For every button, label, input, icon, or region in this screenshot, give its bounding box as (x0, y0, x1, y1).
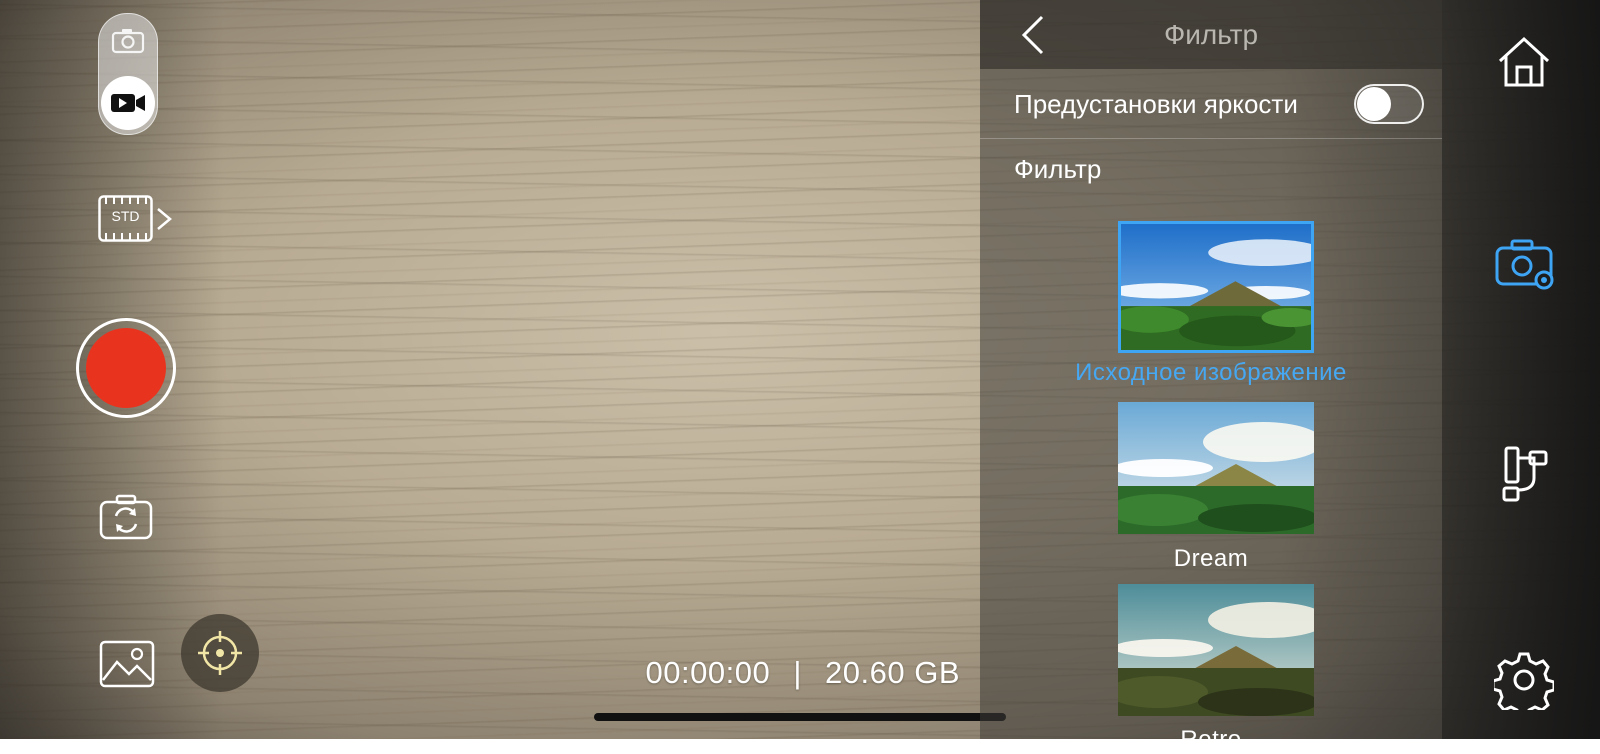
camera-settings-icon (1495, 239, 1554, 290)
gallery-icon (99, 640, 155, 688)
video-mode-button[interactable] (101, 76, 155, 130)
tracking-button[interactable] (181, 614, 259, 692)
record-indicator (86, 328, 166, 408)
filter-section-label: Фильтр (1014, 154, 1102, 184)
status-separator: | (793, 655, 802, 690)
gimbal-icon (1502, 446, 1548, 502)
home-icon (1498, 36, 1550, 87)
landscape-thumbnail-image (1118, 402, 1314, 534)
toggle-knob (1357, 87, 1391, 121)
camera-icon (111, 29, 145, 54)
camera-settings-button[interactable] (1494, 236, 1554, 296)
filter-label-original: Исходное изображение (1075, 359, 1347, 386)
filter-thumbnail (1118, 221, 1314, 353)
chevron-left-icon (1021, 15, 1044, 55)
std-label: STD (111, 208, 140, 224)
filter-panel: Фильтр Предустановки яркости Фильтр Исхо… (980, 0, 1442, 753)
landscape-thumbnail-image (1118, 584, 1314, 716)
record-button[interactable] (76, 318, 176, 418)
recording-status: 00:00:00 | 20.60 GB (600, 655, 960, 691)
photo-mode-button[interactable] (111, 26, 145, 56)
mode-switch[interactable] (98, 13, 158, 135)
gallery-button[interactable] (99, 640, 155, 688)
filter-label-dream: Dream (1173, 545, 1249, 572)
filter-label-retro: Retro (1180, 726, 1242, 753)
settings-button[interactable] (1491, 650, 1556, 719)
video-camera-icon (111, 94, 145, 112)
recording-timer: 00:00:00 (645, 655, 771, 690)
resolution-std-button[interactable]: STD (98, 195, 178, 245)
brightness-presets-label: Предустановки яркости (1014, 89, 1298, 119)
right-sidebar (1442, 0, 1600, 739)
home-indicator[interactable] (594, 713, 1006, 721)
gimbal-button[interactable] (1494, 444, 1554, 504)
flip-camera-button[interactable] (99, 494, 153, 540)
panel-header: Фильтр (980, 0, 1442, 69)
brightness-presets-row: Предустановки яркости (980, 69, 1442, 139)
home-button[interactable] (1494, 31, 1554, 91)
gear-icon (1491, 652, 1556, 719)
filter-thumbnail (1118, 584, 1314, 716)
storage-remaining: 20.60 GB (825, 655, 960, 690)
flip-camera-icon (99, 494, 153, 540)
filter-thumbnail (1118, 402, 1314, 534)
landscape-thumbnail-image (1121, 224, 1311, 350)
brightness-presets-toggle[interactable] (1354, 84, 1424, 124)
crosshair-icon (198, 631, 242, 675)
back-button[interactable] (1016, 14, 1052, 56)
